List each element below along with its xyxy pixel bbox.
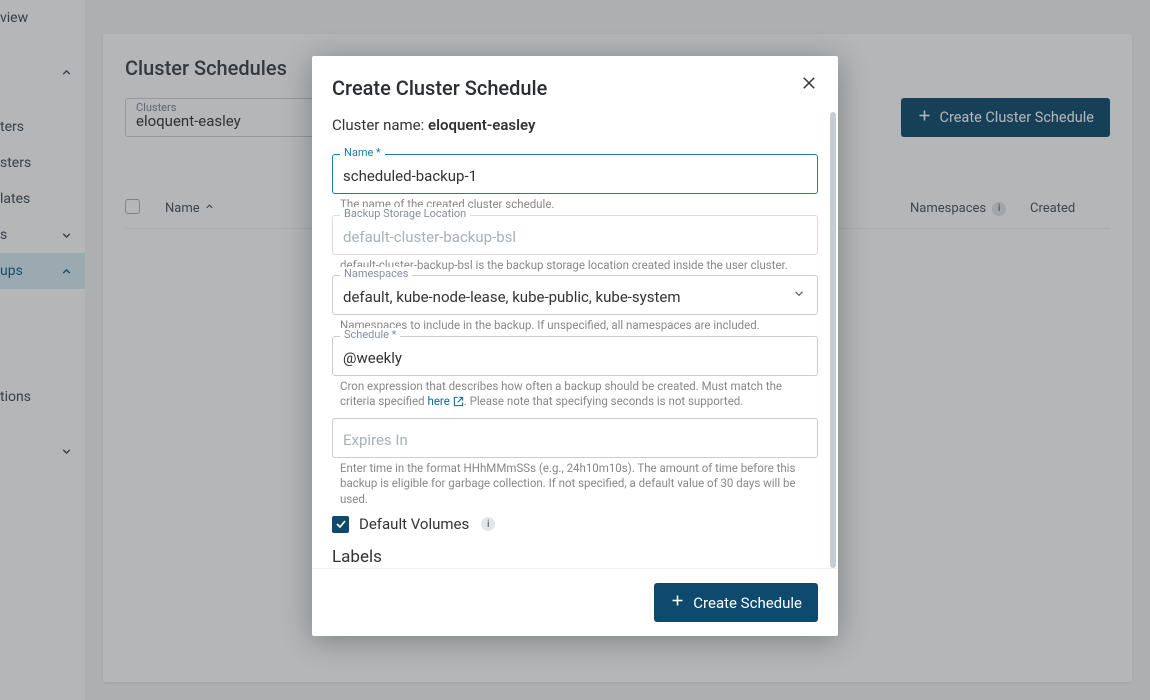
modal-footer: Create Schedule [312,568,838,636]
create-schedule-modal: Create Cluster Schedule Cluster name: el… [312,56,838,636]
close-icon[interactable] [800,74,818,96]
schedule-label: Schedule * [340,328,400,341]
cluster-name: eloquent-easley [428,116,535,134]
labels-heading: Labels [332,547,818,567]
schedule-input[interactable] [332,336,818,376]
namespaces-input[interactable] [332,275,818,315]
chevron-down-icon [792,286,806,305]
scrollbar[interactable] [830,112,836,568]
namespaces-label: Namespaces [340,267,412,280]
namespaces-helper: Namespaces to include in the backup. If … [340,318,818,334]
modal-title: Create Cluster Schedule [332,76,818,100]
create-schedule-button[interactable]: Create Schedule [654,583,818,622]
checkbox-checked-icon [332,516,349,533]
cluster-line: Cluster name: eloquent-easley [332,116,818,134]
info-icon[interactable]: i [481,517,495,531]
default-volumes-checkbox[interactable]: Default Volumes i [332,515,818,533]
schedule-helper: Cron expression that describes how often… [340,379,818,410]
default-volumes-label: Default Volumes [359,515,469,533]
cron-here-link[interactable]: here [428,394,464,408]
expires-input[interactable] [332,418,818,458]
name-label: Name * [340,146,385,159]
name-input[interactable] [332,154,818,194]
bsl-input [332,215,818,255]
modal-overlay: Create Cluster Schedule Cluster name: el… [0,0,1150,700]
expires-helper: Enter time in the format HHhMMmSSs (e.g.… [340,461,818,508]
create-schedule-label: Create Schedule [693,594,802,612]
plus-icon [670,593,685,612]
bsl-label: Backup Storage Location [340,207,470,220]
